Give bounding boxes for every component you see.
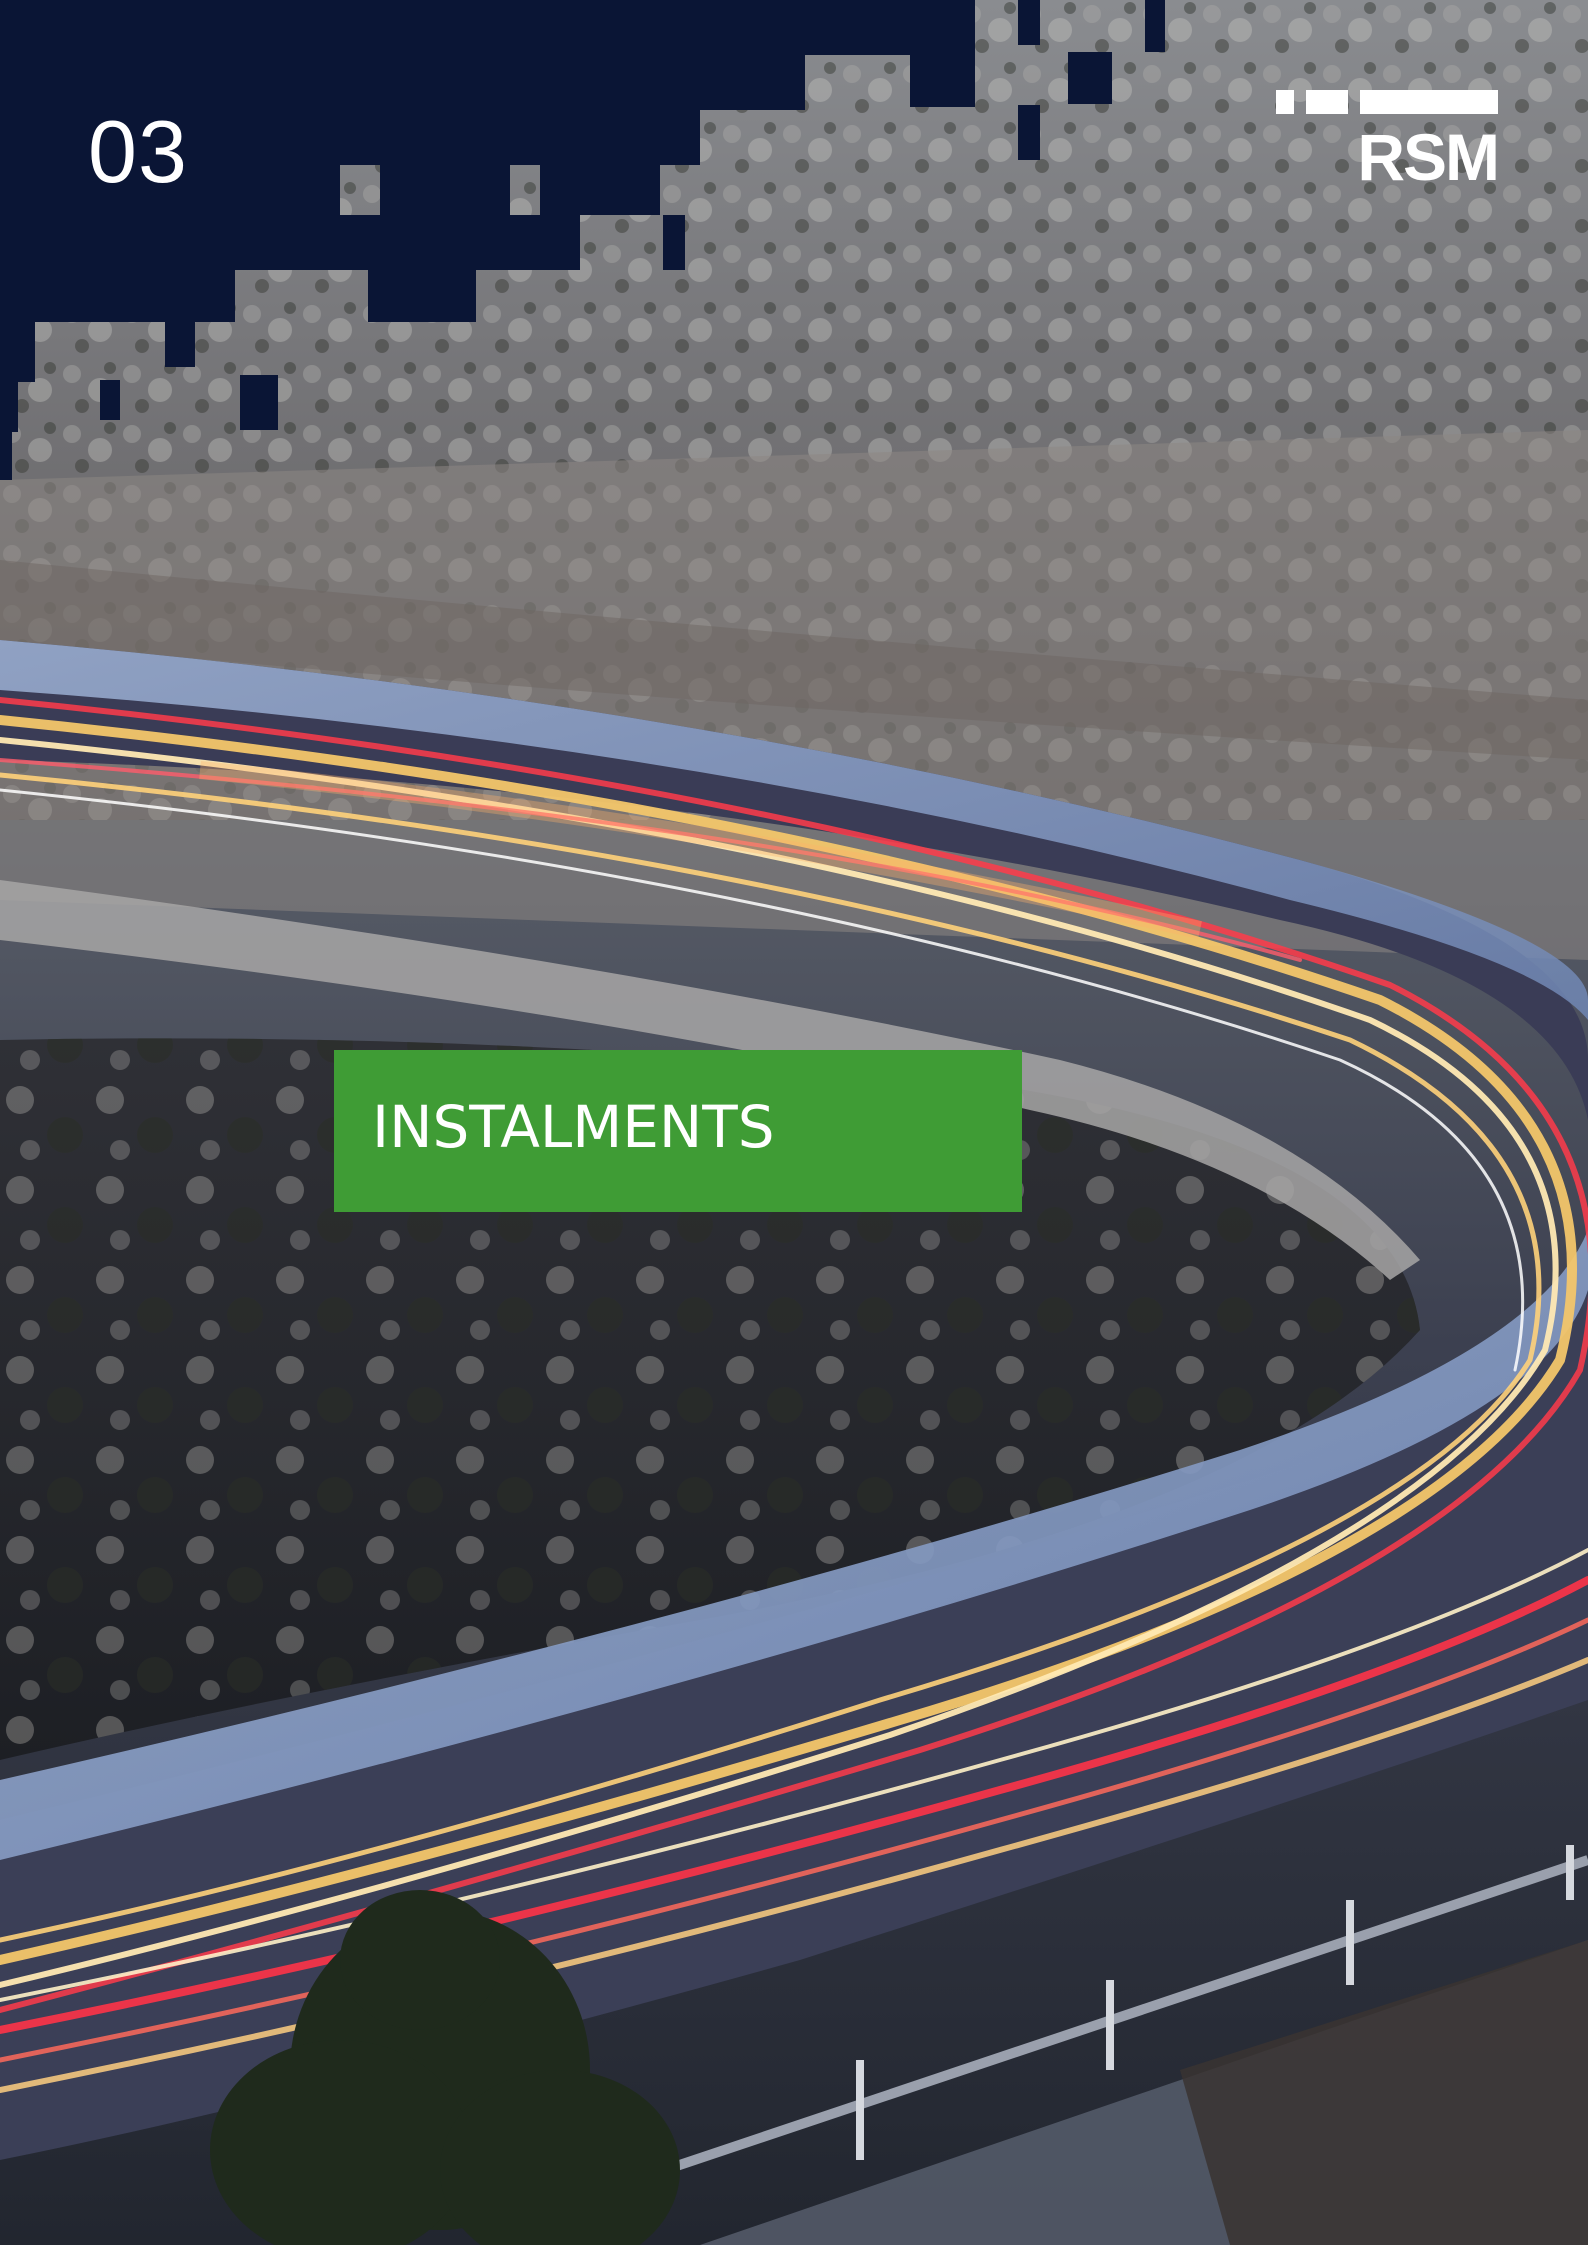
- logo-wordmark: RSM: [1357, 120, 1500, 194]
- header-pixel-blocks: [0, 0, 1588, 480]
- section-title-box: INSTALMENTS: [334, 1050, 1022, 1212]
- cover-page: 03 RSM INSTALMENTS: [0, 0, 1588, 2245]
- section-number: 03: [88, 102, 188, 201]
- section-title: INSTALMENTS: [372, 1093, 775, 1161]
- rsm-logo: RSM: [1276, 88, 1500, 194]
- logo-bars: [1276, 90, 1498, 114]
